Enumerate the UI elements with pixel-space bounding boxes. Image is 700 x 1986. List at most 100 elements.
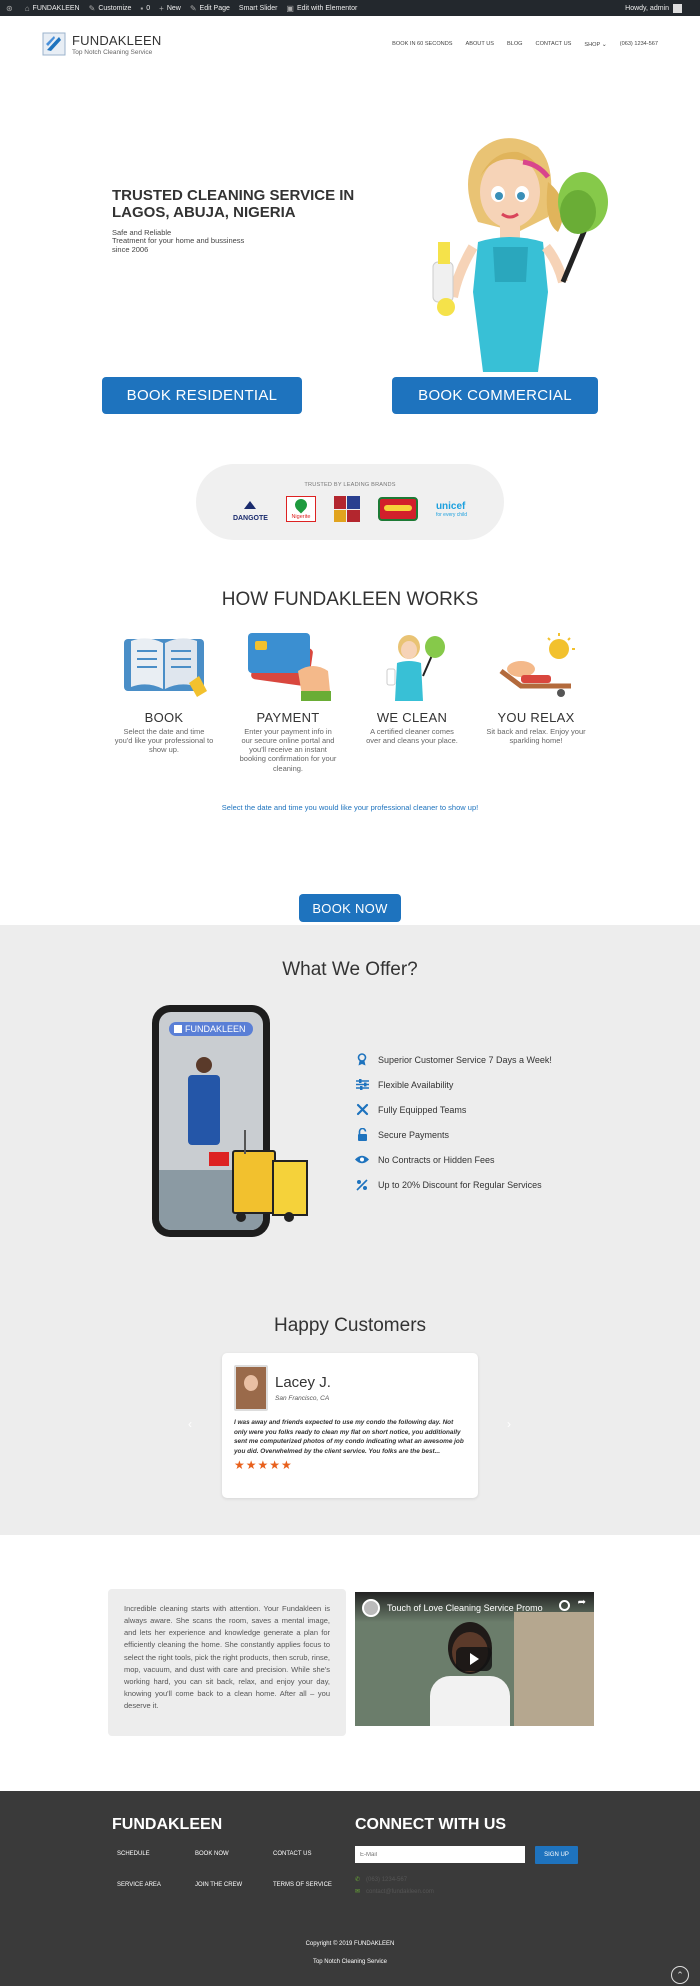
- step-you-relax-text: Sit back and relax. Enjoy your sparkling…: [486, 727, 586, 746]
- book-now-button[interactable]: BOOK NOW: [299, 894, 401, 922]
- admin-new-link[interactable]: + New: [159, 4, 181, 13]
- red-brand-logo: [377, 497, 418, 521]
- step-you-relax: YOU RELAX Sit back and relax. Enjoy your…: [474, 631, 598, 773]
- admin-customize-link[interactable]: ✎ Customize: [89, 4, 132, 13]
- offer-title: What We Offer?: [282, 959, 418, 980]
- footer-link-schedule[interactable]: SCHEDULE: [117, 1851, 150, 1857]
- award-icon: [355, 1053, 369, 1067]
- nav-blog[interactable]: BLOG: [507, 41, 523, 47]
- promo-video[interactable]: Touch of Love Cleaning Service Promo ➦: [355, 1592, 594, 1726]
- step-payment: PAYMENT Enter your payment info in our s…: [226, 631, 350, 773]
- footer-phone[interactable]: ✆ (063) 1234-567: [355, 1876, 407, 1884]
- footer-link-book-now[interactable]: BOOK NOW: [195, 1851, 229, 1857]
- brands-title: TRUSTED BY LEADING BRANDS: [304, 482, 396, 488]
- hero-subtitle: Safe and Reliable Treatment for your hom…: [112, 228, 245, 254]
- steps-row: BOOK Select the date and time you'd like…: [0, 631, 700, 773]
- email-field[interactable]: [355, 1846, 525, 1863]
- video-title: Touch of Love Cleaning Service Promo: [387, 1603, 543, 1613]
- cleaning-lady-illustration: [432, 138, 608, 372]
- janitor-cart: [232, 1130, 314, 1222]
- footer-link-join-the-crew[interactable]: JOIN THE CREW: [195, 1882, 242, 1888]
- step-we-clean-title: WE CLEAN: [376, 710, 448, 725]
- channel-avatar: [362, 1599, 380, 1617]
- dangote-emblem-icon: [244, 500, 257, 509]
- feature-item: Secure Payments: [355, 1122, 552, 1147]
- offer-features: Superior Customer Service 7 Days a Week!…: [355, 1047, 552, 1197]
- brush-icon: ✎: [88, 3, 96, 13]
- offer-section: What We Offer? FUNDAKLEEN Superior Custo…: [0, 925, 700, 1535]
- unlock-icon: [355, 1128, 369, 1142]
- site-footer: FUNDAKLEEN SCHEDULE BOOK NOW CONTACT US …: [0, 1791, 700, 1986]
- nigerite-emblem-icon: [292, 496, 310, 514]
- admin-smart-slider-link[interactable]: Smart Slider: [239, 5, 278, 12]
- step-we-clean-text: A certified cleaner comes over and clean…: [366, 727, 458, 746]
- testimonial-name: Lacey J.: [275, 1374, 331, 1391]
- percent-icon: [355, 1178, 369, 1192]
- site-logo[interactable]: FUNDAKLEEN Top Notch Cleaning Service: [42, 32, 161, 56]
- footer-tagline: Top Notch Cleaning Service: [312, 1959, 388, 1965]
- dangote-logo: DANGOTE: [233, 497, 268, 522]
- footer-link-terms-of-service[interactable]: TERMS OF SERVICE: [273, 1882, 332, 1888]
- admin-site-link[interactable]: ⌂ FUNDAKLEEN: [25, 4, 80, 13]
- step-book: BOOK Select the date and time you'd like…: [102, 631, 226, 773]
- testimonials-title: Happy Customers: [273, 1315, 427, 1336]
- rating-stars: ★★★★★: [234, 1458, 293, 1473]
- signup-button[interactable]: SIGN UP: [535, 1846, 578, 1864]
- plus-icon: +: [159, 3, 164, 13]
- trusted-brands-panel: TRUSTED BY LEADING BRANDS DANGOTE Nigeri…: [196, 464, 504, 540]
- nav-about-us[interactable]: ABOUT US: [465, 41, 494, 47]
- admin-account[interactable]: Howdy, admin: [625, 3, 682, 13]
- carousel-next-button[interactable]: ›: [507, 1417, 511, 1431]
- pencil-icon: ✎: [189, 3, 197, 13]
- unicef-logo: unicef for every child: [435, 500, 468, 518]
- main-nav: BOOK IN 60 SECONDS ABOUT US BLOG CONTACT…: [392, 41, 658, 48]
- share-icon[interactable]: ➦: [578, 1597, 586, 1608]
- nav-book-in-60-seconds[interactable]: BOOK IN 60 SECONDS: [392, 41, 452, 47]
- footer-brand: FUNDAKLEEN: [112, 1816, 223, 1833]
- testimonial-quote: I was away and friends expected to use m…: [234, 1419, 464, 1455]
- video-person: [430, 1622, 510, 1726]
- book-icon: [124, 638, 207, 697]
- phone-icon: ✆: [355, 1877, 361, 1883]
- nav-phone[interactable]: (063) 1234-567: [620, 41, 658, 47]
- admin-comments-link[interactable]: ▪ 0: [140, 4, 150, 13]
- step-book-title: BOOK: [144, 710, 184, 725]
- feature-item: Fully Equipped Teams: [355, 1097, 552, 1122]
- feature-item: No Contracts or Hidden Fees: [355, 1147, 552, 1172]
- carousel-prev-button[interactable]: ‹: [188, 1417, 192, 1431]
- nav-contact-us[interactable]: CONTACT US: [536, 41, 572, 47]
- cleaner-icon: [386, 635, 445, 701]
- hero-section: TRUSTED CLEANING SERVICE IN LAGOS, ABUJA…: [0, 72, 700, 922]
- scroll-to-top-button[interactable]: ⌃: [671, 1966, 689, 1984]
- step-we-clean: WE CLEAN A certified cleaner comes over …: [350, 631, 474, 773]
- about-text: Incredible cleaning starts with attentio…: [124, 1604, 330, 1711]
- book-now-prompt: Select the date and time you would like …: [221, 802, 479, 812]
- eye-icon: [355, 1153, 369, 1167]
- brand-logos: DANGOTE Nigerite unicef for every child: [196, 496, 504, 522]
- sun-lounger-icon: [499, 633, 575, 697]
- book-commercial-button[interactable]: BOOK COMMERCIAL: [392, 377, 598, 414]
- watch-later-icon[interactable]: [559, 1600, 570, 1611]
- admin-edit-page-link[interactable]: ✎ Edit Page: [190, 4, 230, 13]
- comment-icon: ▪: [140, 3, 144, 13]
- tools-icon: [355, 1103, 369, 1117]
- nav-shop[interactable]: SHOP ⌄: [584, 41, 606, 48]
- logo-tagline: Top Notch Cleaning Service: [72, 48, 153, 56]
- phone-brand-badge: FUNDAKLEEN: [169, 1022, 253, 1036]
- footer-link-service-area[interactable]: SERVICE AREA: [117, 1882, 161, 1888]
- footer-email[interactable]: ✉ contact@fundakleen.com: [355, 1888, 434, 1896]
- hero-title: TRUSTED CLEANING SERVICE IN LAGOS, ABUJA…: [112, 187, 355, 221]
- admin-bar: ⊛ ⌂ FUNDAKLEEN ✎ Customize ▪ 0 + New ✎ Edit P…: [0, 0, 700, 16]
- book-residential-button[interactable]: BOOK RESIDENTIAL: [102, 377, 302, 414]
- wordpress-icon[interactable]: ⊛: [6, 4, 16, 13]
- chevron-down-icon: ⌄: [601, 41, 607, 48]
- testimonial-card: Lacey J. San Francisco, CA I was away an…: [222, 1353, 478, 1498]
- logo-icon: [174, 1025, 182, 1033]
- connect-title: CONNECT WITH US: [355, 1816, 507, 1833]
- how-title: HOW FUNDAKLEEN WORKS: [221, 589, 479, 610]
- play-button[interactable]: [456, 1647, 492, 1671]
- admin-elementor-link[interactable]: ▣ Edit with Elementor: [286, 4, 357, 13]
- elementor-icon: ▣: [286, 3, 294, 13]
- testimonial-location: San Francisco, CA: [275, 1395, 330, 1402]
- footer-link-contact-us[interactable]: CONTACT US: [273, 1851, 311, 1857]
